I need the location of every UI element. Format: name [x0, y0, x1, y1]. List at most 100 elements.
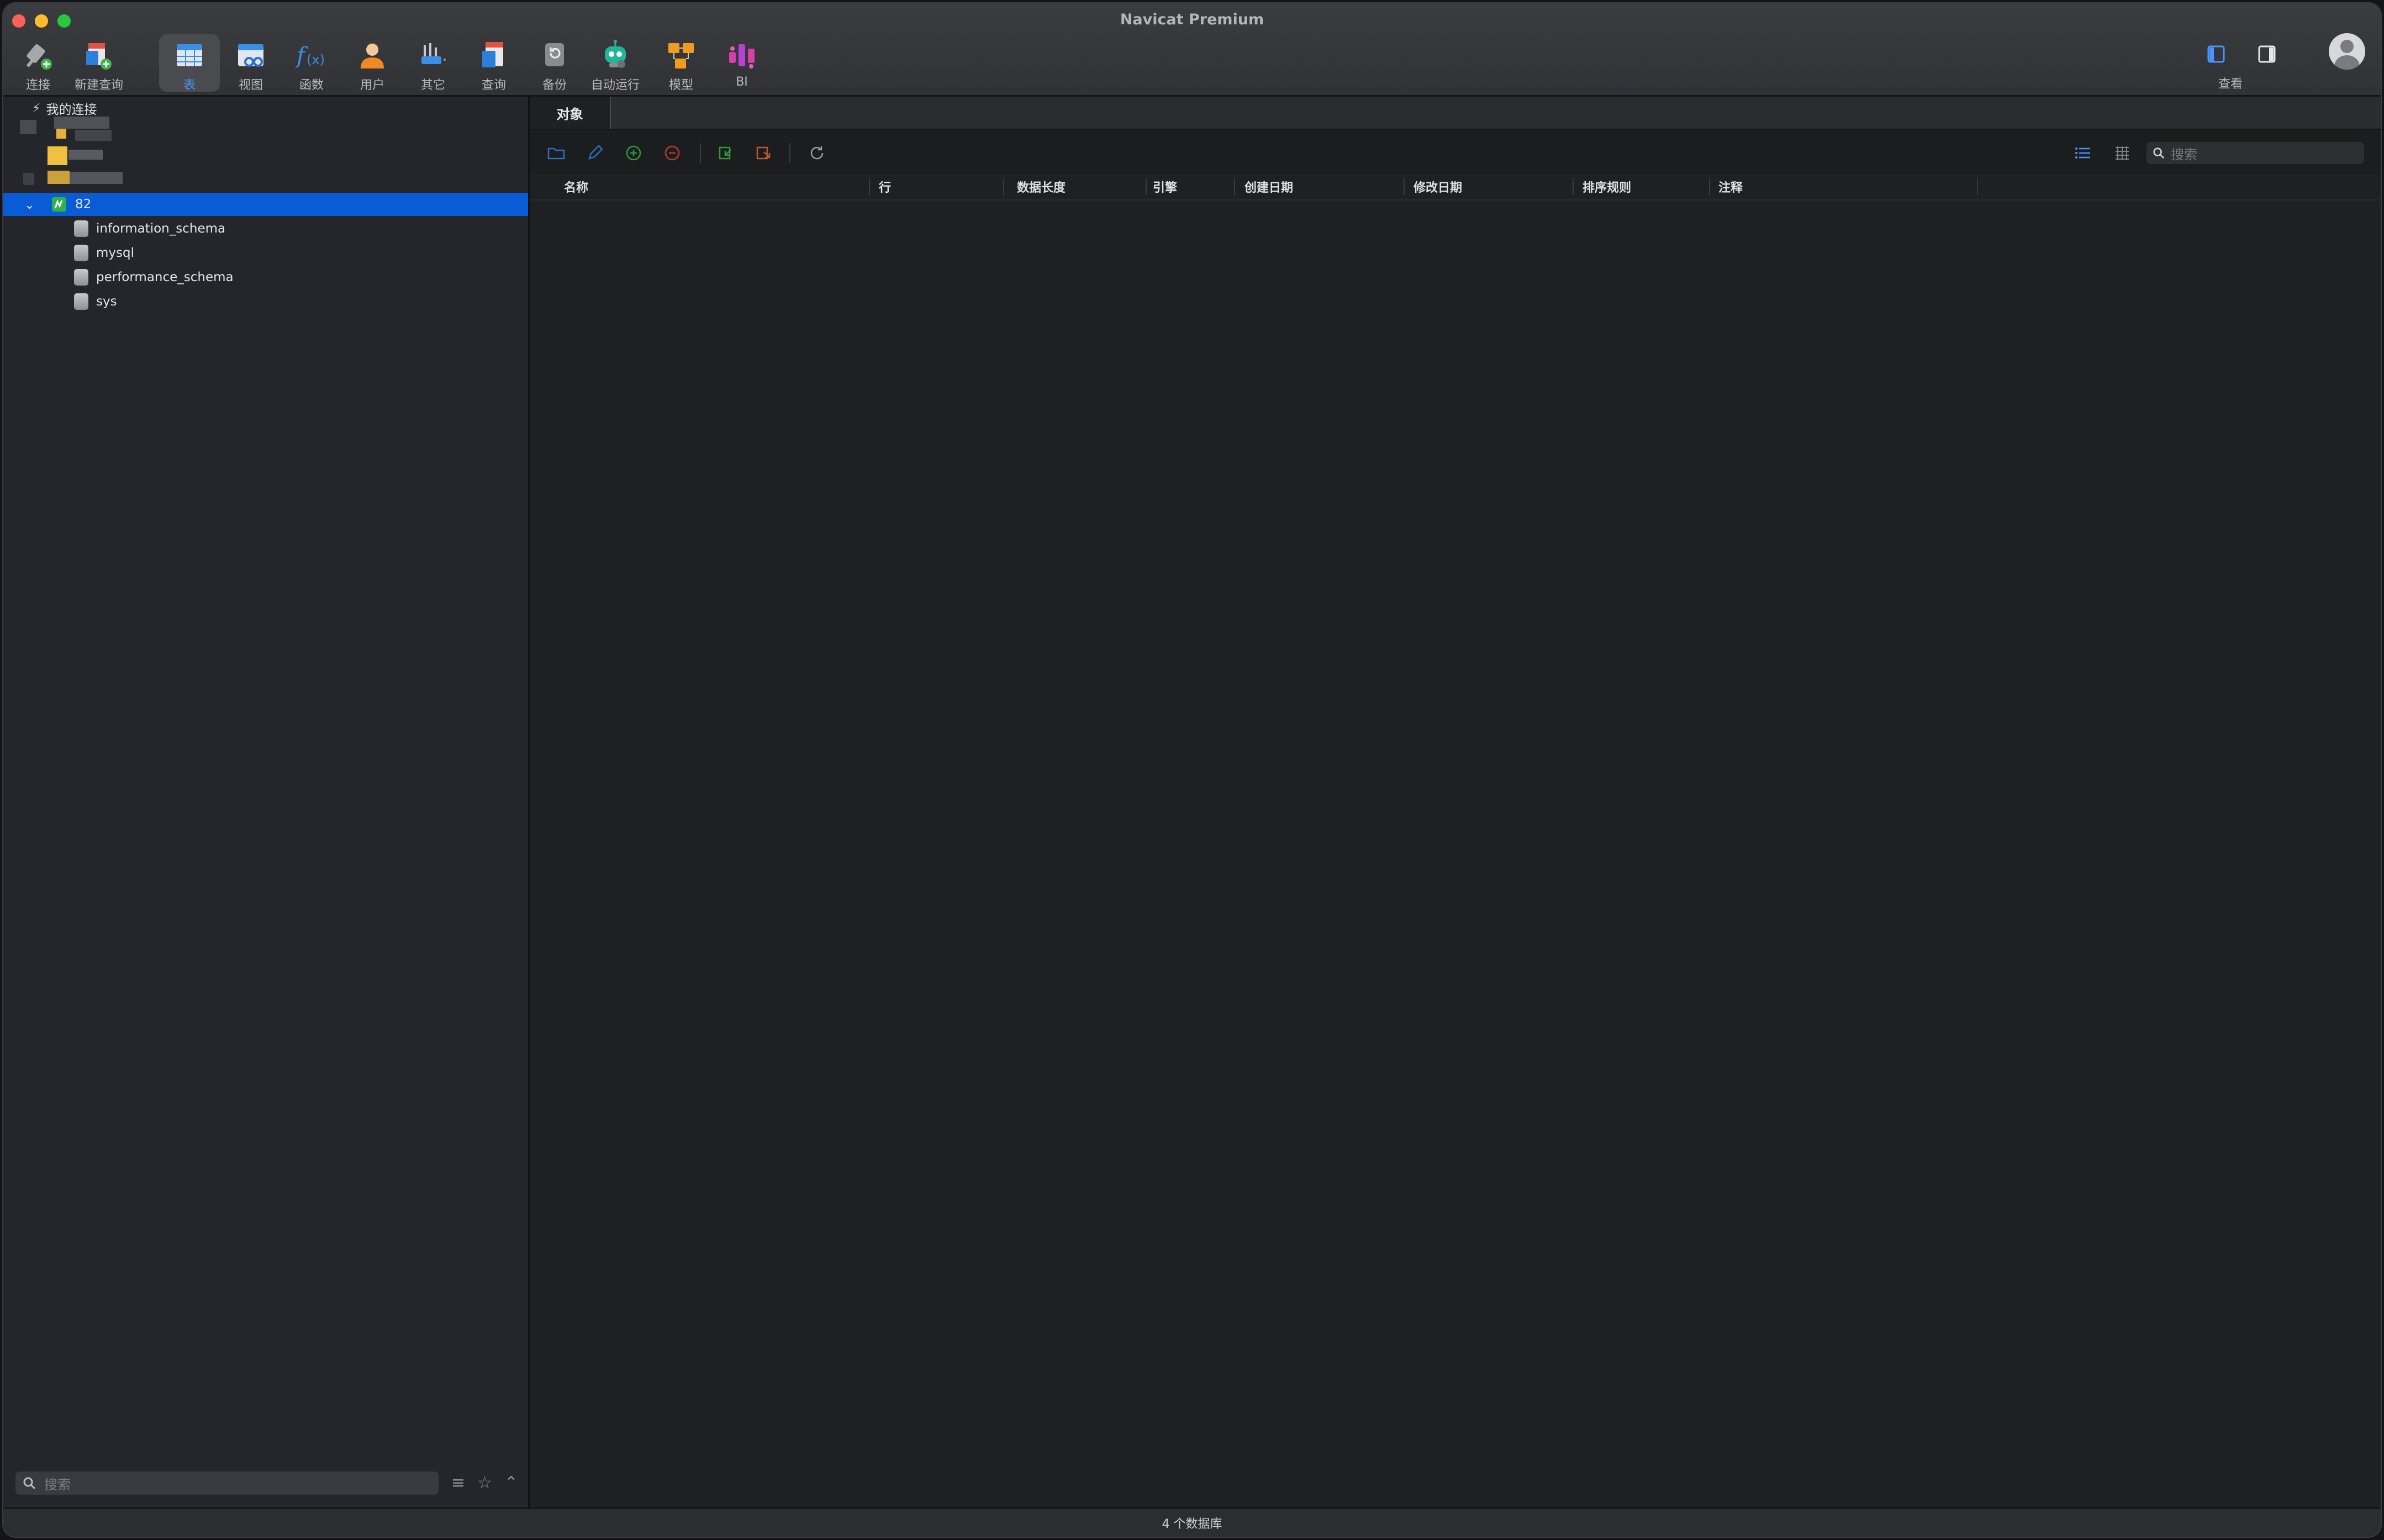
add-icon[interactable] [624, 143, 644, 163]
column-header-rows[interactable]: 行 [879, 174, 891, 199]
toolbar-separator [789, 143, 790, 163]
toolbar-bi-button[interactable]: BI [711, 34, 772, 92]
toolbar-label: 视图 [238, 78, 263, 92]
export-icon[interactable] [754, 143, 774, 163]
database-icon [74, 220, 88, 237]
toggle-left-panel-icon[interactable] [2202, 40, 2230, 68]
toolbar-view-button[interactable]: 视图 [220, 34, 281, 92]
new-query-icon [81, 38, 117, 74]
tree-database-item[interactable]: sys [3, 290, 528, 313]
design-table-icon[interactable] [585, 143, 605, 163]
tree-database-item[interactable]: information_schema [3, 217, 528, 240]
tab-bar: 对象 [530, 97, 2381, 130]
toolbar-separator [700, 143, 701, 163]
function-icon: f (x) [293, 38, 330, 74]
filter-icon[interactable]: ≡ [451, 1473, 465, 1492]
object-toolbar: 搜索 [530, 130, 2381, 174]
connection-plug-icon: ⚡ [32, 101, 41, 115]
object-search-input[interactable]: 搜索 [2146, 142, 2364, 164]
tree-group-label: 我的连接 [46, 103, 97, 117]
column-header-collation[interactable]: 排序规则 [1583, 174, 1631, 199]
toolbar-other-button[interactable]: 其它 [403, 34, 463, 92]
open-table-icon[interactable] [546, 143, 566, 163]
import-icon[interactable] [716, 143, 736, 163]
refresh-icon[interactable] [807, 143, 827, 163]
column-header-created[interactable]: 创建日期 [1244, 174, 1293, 199]
status-bar: 4 个数据库 [3, 1507, 2381, 1537]
tab-objects[interactable]: 对象 [530, 97, 611, 129]
delete-icon[interactable] [662, 143, 682, 163]
grid-view-icon[interactable] [2112, 143, 2132, 163]
toolbar-label: 其它 [420, 78, 445, 92]
column-header-modified[interactable]: 修改日期 [1413, 174, 1462, 199]
connection-name: 82 [75, 197, 92, 212]
view-toggle-group [2202, 40, 2281, 68]
redacted-block [75, 130, 112, 141]
tree-database-item[interactable]: mysql [3, 241, 528, 265]
column-divider[interactable] [1573, 178, 1574, 195]
toggle-right-panel-icon[interactable] [2253, 40, 2281, 68]
chevron-down-icon[interactable]: ⌄ [24, 198, 34, 212]
user-icon [354, 38, 391, 74]
column-header-name[interactable]: 名称 [564, 174, 588, 199]
object-panel: 对象 搜索 名称 行 数据长度 引擎 创建日期 修改日期 排序规则 注释 [530, 97, 2381, 1509]
object-table-header: 名称 行 数据长度 引擎 创建日期 修改日期 排序规则 注释 [530, 174, 2381, 201]
column-divider[interactable] [1146, 178, 1147, 195]
toolbar-user-button[interactable]: 用户 [342, 34, 403, 92]
star-icon[interactable]: ☆ [477, 1473, 492, 1492]
toolbar-label: 连接 [25, 78, 50, 92]
search-placeholder: 搜索 [44, 1476, 71, 1492]
column-header-engine[interactable]: 引擎 [1153, 174, 1177, 199]
database-name: information_schema [96, 221, 226, 236]
redacted-block [48, 146, 67, 165]
toolbar-connect-button[interactable]: 连接 [8, 34, 68, 92]
redacted-block [70, 172, 123, 184]
tree-database-item[interactable]: performance_schema [3, 266, 528, 289]
app-window: Navicat Premium 连接 新建查询 表 视图 f (x) 函数 用户… [3, 3, 2381, 1537]
connection-sidebar: ⚡ 我的连接 ⌄ 82 information_schema mysql per… [3, 97, 530, 1509]
toolbar-label: 新建查询 [74, 78, 123, 92]
database-icon [74, 269, 88, 286]
database-name: mysql [96, 246, 134, 260]
toolbar-label: 备份 [542, 78, 567, 92]
toolbar-label: 用户 [360, 78, 384, 92]
toolbar-function-button[interactable]: f (x) 函数 [281, 34, 342, 92]
backup-icon [536, 38, 573, 74]
toolbar-model-button[interactable]: 模型 [651, 34, 711, 92]
tree-connection-82[interactable]: ⌄ 82 [3, 193, 528, 216]
column-divider[interactable] [1977, 178, 1978, 195]
toolbar-new-query-button[interactable]: 新建查询 [68, 34, 129, 92]
mysql-connection-icon [52, 197, 66, 212]
redacted-block [68, 150, 103, 160]
database-name: sys [96, 294, 117, 309]
search-placeholder: 搜索 [2171, 146, 2197, 162]
window-title: Navicat Premium [1120, 11, 1264, 28]
column-divider[interactable] [869, 178, 870, 195]
redacted-block [20, 120, 36, 134]
column-divider[interactable] [1404, 178, 1405, 195]
status-text: 4 个数据库 [1162, 1517, 1222, 1531]
toolbar-table-button[interactable]: 表 [159, 34, 220, 92]
redacted-block [48, 171, 70, 184]
search-icon [2153, 147, 2165, 159]
toolbar-label: 自动运行 [590, 78, 640, 92]
user-avatar[interactable] [2329, 33, 2365, 70]
sidebar-tools: ≡ ☆ ⌃ [451, 1473, 518, 1492]
column-divider[interactable] [1234, 178, 1235, 195]
column-header-comment[interactable]: 注释 [1718, 174, 1743, 199]
redacted-block [54, 117, 109, 129]
toolbar-automation-button[interactable]: 自动运行 [585, 34, 646, 92]
column-divider[interactable] [1709, 178, 1710, 195]
column-header-data-length[interactable]: 数据长度 [1017, 174, 1066, 199]
list-view-icon[interactable] [2074, 143, 2093, 163]
redacted-block [23, 173, 34, 185]
toolbar-query-button[interactable]: 查询 [463, 34, 524, 92]
sidebar-search-input[interactable]: 搜索 [15, 1472, 439, 1495]
view-label: 查看 [2218, 77, 2243, 91]
database-icon [74, 293, 88, 310]
table-icon [171, 38, 208, 74]
collapse-all-icon[interactable]: ⌃ [504, 1473, 518, 1492]
model-icon [663, 38, 699, 74]
toolbar-backup-button[interactable]: 备份 [524, 34, 585, 92]
column-divider[interactable] [1003, 178, 1004, 195]
